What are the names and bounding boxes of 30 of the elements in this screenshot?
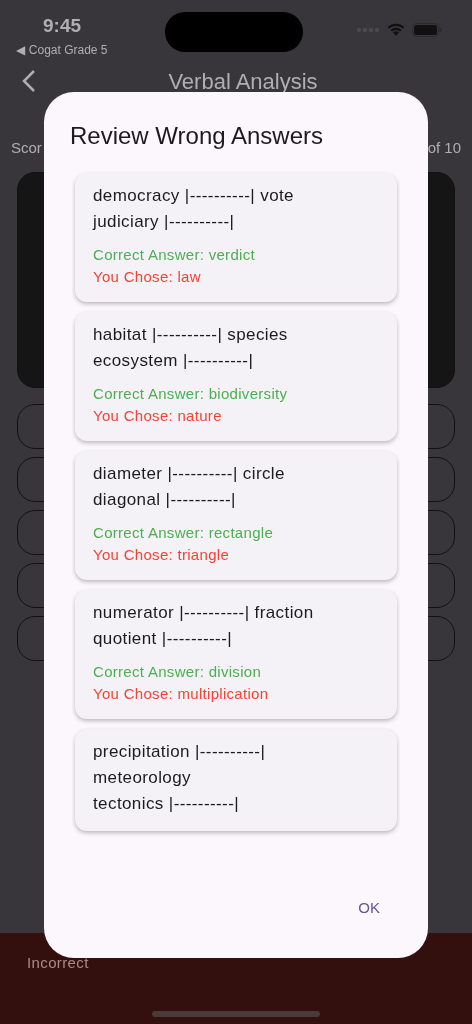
correct-answer-text: Correct Answer: rectangle bbox=[93, 523, 275, 543]
chosen-answer-text: You Chose: nature bbox=[93, 406, 223, 426]
chosen-answer-text: You Chose: triangle bbox=[93, 545, 231, 565]
question-text: democracy |----------| vote bbox=[93, 185, 295, 207]
question-text: meteorology bbox=[93, 767, 192, 789]
ok-button[interactable]: OK bbox=[346, 889, 392, 928]
question-text: ecosystem |----------| bbox=[93, 350, 255, 372]
question-text: quotient |----------| bbox=[93, 628, 234, 650]
status-time: 9:45 bbox=[43, 14, 81, 38]
wifi-icon bbox=[386, 22, 406, 37]
question-text: tectonics |----------| bbox=[93, 793, 241, 815]
dialog-title: Review Wrong Answers bbox=[70, 122, 323, 149]
question-text: diagonal |----------| bbox=[93, 489, 237, 511]
chosen-answer-text: You Chose: multiplication bbox=[93, 684, 270, 704]
question-text: diameter |----------| circle bbox=[93, 463, 286, 485]
question-text: precipitation |----------| bbox=[93, 741, 267, 763]
chosen-answer-text: You Chose: law bbox=[93, 267, 202, 287]
battery-icon bbox=[412, 22, 442, 37]
question-text: numerator |----------| fraction bbox=[93, 602, 315, 624]
correct-answer-text: Correct Answer: biodiversity bbox=[93, 384, 289, 404]
score-label: Scor bbox=[11, 137, 42, 158]
score-total: of 10 bbox=[427, 137, 461, 158]
correct-answer-text: Correct Answer: division bbox=[93, 662, 263, 682]
question-text: habitat |----------| species bbox=[93, 324, 289, 346]
back-icon[interactable] bbox=[22, 69, 36, 93]
back-to-app-link[interactable]: ◀ Cogat Grade 5 bbox=[16, 40, 108, 59]
correct-answer-text: Correct Answer: verdict bbox=[93, 245, 256, 265]
feedback-label: Incorrect bbox=[27, 954, 89, 971]
page-title: Verbal Analysis bbox=[168, 67, 318, 96]
question-text: judiciary |----------| bbox=[93, 211, 236, 233]
